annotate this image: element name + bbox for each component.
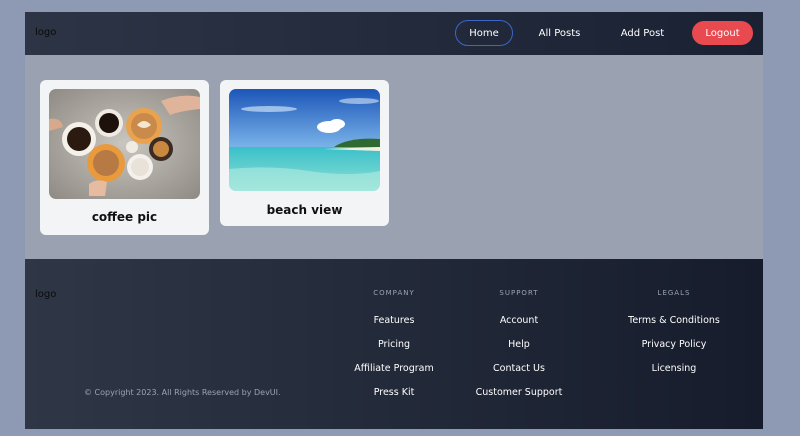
footer-link-terms[interactable]: Terms & Conditions (604, 315, 744, 326)
top-navbar: logo Home All Posts Add Post Logout (25, 12, 763, 55)
posts-grid: coffee pic beach view (25, 55, 763, 259)
copyright-text: © Copyright 2023. All Rights Reserved by… (84, 388, 281, 397)
post-title: beach view (266, 203, 343, 217)
footer-link-privacy-policy[interactable]: Privacy Policy (604, 339, 744, 350)
logout-button[interactable]: Logout (692, 21, 753, 45)
post-card-coffee[interactable]: coffee pic (40, 80, 209, 235)
footer-logo[interactable]: logo (35, 289, 56, 300)
footer-link-affiliate-program[interactable]: Affiliate Program (324, 363, 464, 374)
post-card-beach[interactable]: beach view (220, 80, 389, 226)
footer-heading-legals: LEGALS (657, 289, 691, 297)
header-logo[interactable]: logo (35, 27, 56, 38)
post-image-beach (229, 89, 380, 191)
footer-link-help[interactable]: Help (449, 339, 589, 350)
nav-home-button[interactable]: Home (455, 20, 513, 46)
footer-link-customer-support[interactable]: Customer Support (449, 387, 589, 398)
footer-link-licensing[interactable]: Licensing (604, 363, 744, 374)
footer-link-pricing[interactable]: Pricing (324, 339, 464, 350)
site-footer: logo © Copyright 2023. All Rights Reserv… (25, 259, 763, 429)
post-image-coffee (49, 89, 200, 199)
footer-heading-support: SUPPORT (499, 289, 539, 297)
footer-link-contact-us[interactable]: Contact Us (449, 363, 589, 374)
nav-add-post-button[interactable]: Add Post (615, 20, 670, 46)
footer-link-account[interactable]: Account (449, 315, 589, 326)
post-title: coffee pic (91, 210, 158, 224)
nav-all-posts-button[interactable]: All Posts (532, 20, 587, 46)
app-frame: logo Home All Posts Add Post Logout coff… (25, 12, 763, 429)
footer-link-features[interactable]: Features (324, 315, 464, 326)
footer-link-press-kit[interactable]: Press Kit (324, 387, 464, 398)
footer-heading-company: COMPANY (373, 289, 415, 297)
